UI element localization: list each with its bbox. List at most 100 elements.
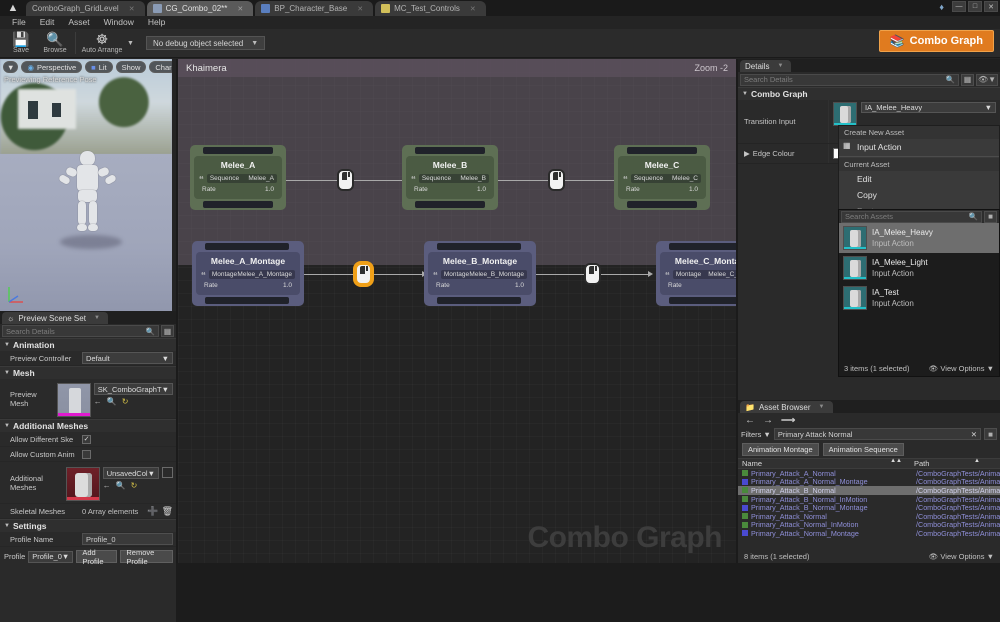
graph-node-melee-a[interactable]: Melee_A ⎂ Sequence Melee_A Rate 1.0 <box>190 145 286 210</box>
picker-settings-icon[interactable]: ■ <box>984 211 997 223</box>
table-row[interactable]: Primary_Attack_Normal_InMotion /ComboGra… <box>738 521 1000 530</box>
sync-icon[interactable]: ⟶ <box>781 415 795 426</box>
node-pin-icon[interactable]: ⎂ <box>623 175 628 182</box>
lit-button[interactable]: ■ Lit <box>85 61 112 73</box>
use-selected-asset-icon[interactable]: ← <box>94 397 102 406</box>
minimize-button[interactable]: — <box>952 1 966 12</box>
transition-input-thumbnail[interactable] <box>833 102 857 126</box>
close-icon[interactable]: ✕ <box>123 5 135 13</box>
tab-cg-combo-02[interactable]: CG_Combo_02** ✕ <box>147 1 254 16</box>
asset-picker-item-ia-test[interactable]: IA_Test Input Action <box>839 283 999 313</box>
graph-node-melee-b-montage[interactable]: Melee_B_Montage ⎂ Montage Melee_B_Montag… <box>424 241 536 306</box>
column-settings-icon[interactable]: ▦ <box>161 325 174 337</box>
reset-icon[interactable]: ↻ <box>122 397 129 406</box>
add-element-icon[interactable]: ➕ <box>147 506 158 517</box>
graph-node-melee-b[interactable]: Melee_B ⎂ Sequence Melee_B Rate 1.0 <box>402 145 498 210</box>
auto-arrange-inner[interactable]: ☸ Auto Arrange <box>79 29 125 57</box>
section-additional-meshes[interactable]: ▼ Additional Meshes <box>0 419 176 432</box>
section-settings[interactable]: ▼ Settings <box>0 519 176 532</box>
filters-button[interactable]: Filters ▼ <box>741 430 771 439</box>
maximize-button[interactable]: □ <box>968 1 982 12</box>
table-row[interactable]: Primary_Attack_A_Normal_Montage /ComboGr… <box>738 478 1000 487</box>
tab-combograph-gridlevel[interactable]: ComboGraph_GridLevel ✕ <box>26 1 145 16</box>
graph-node-melee-c[interactable]: Melee_C ⎂ Sequence Melee_C Rate 1.0 <box>614 145 710 210</box>
allow-different-skeleton-checkbox[interactable]: ✓ <box>82 435 91 444</box>
menu-item-input-action[interactable]: ▦ Input Action <box>839 139 999 155</box>
table-row[interactable]: Primary_Attack_Normal_Montage /ComboGrap… <box>738 529 1000 538</box>
asset-picker-item-ia-melee-light[interactable]: IA_Melee_Light Input Action <box>839 253 999 283</box>
chevron-down-icon[interactable]: ▼ <box>819 404 825 410</box>
node-pin-icon[interactable]: ⎂ <box>665 271 670 278</box>
section-animation[interactable]: ▼ Animation <box>0 338 176 351</box>
transition-node-mouse-1[interactable] <box>337 169 354 191</box>
column-header-path[interactable]: Path ▲ <box>910 459 1000 468</box>
section-combo-graph[interactable]: ▼ Combo Graph <box>738 87 1000 100</box>
tab-bp-character-base[interactable]: BP_Character_Base ✕ <box>255 1 373 16</box>
chip-animation-montage[interactable]: Animation Montage <box>742 443 819 456</box>
chevron-down-icon[interactable]: ▼ <box>777 63 783 69</box>
table-row[interactable]: Primary_Attack_Normal /ComboGraphTests/A… <box>738 512 1000 521</box>
table-row[interactable]: Primary_Attack_B_Normal /ComboGraphTests… <box>738 486 1000 495</box>
show-button[interactable]: Show <box>116 61 147 73</box>
graph-node-melee-c-montage[interactable]: Melee_C_Montage ⎂ Montage Melee_C_Monta … <box>656 241 736 306</box>
menu-item-copy[interactable]: Copy <box>839 187 999 203</box>
add-profile-button[interactable]: Add Profile <box>76 550 117 563</box>
combo-graph-button[interactable]: 📚 Combo Graph <box>879 30 994 52</box>
viewport-options-button[interactable]: ▼ <box>3 61 18 73</box>
chevron-down-icon[interactable]: ▼ <box>94 315 100 321</box>
transition-node-mouse-selected[interactable] <box>355 263 372 285</box>
auto-arrange-button[interactable]: ☸ Auto Arrange ▼ <box>79 29 134 57</box>
node-pin-icon[interactable]: ⎂ <box>433 271 438 278</box>
reset-icon[interactable]: ↻ <box>131 481 138 490</box>
transition-node-mouse-4[interactable] <box>584 263 601 285</box>
chevron-right-icon[interactable]: ▶ <box>744 149 750 158</box>
forward-icon[interactable]: → <box>763 415 773 426</box>
table-row[interactable]: Primary_Attack_A_Normal /ComboGraphTests… <box>738 469 1000 478</box>
table-row[interactable]: Primary_Attack_B_Normal_InMotion /ComboG… <box>738 495 1000 504</box>
allow-custom-anim-checkbox[interactable] <box>82 450 91 459</box>
node-pin-icon[interactable]: ⎂ <box>199 175 204 182</box>
close-icon[interactable]: ✕ <box>351 5 363 13</box>
section-mesh[interactable]: ▼ Mesh <box>0 366 176 379</box>
table-row[interactable]: Primary_Attack_B_Normal_Montage /ComboGr… <box>738 503 1000 512</box>
asset-picker-view-options[interactable]: 👁 View Options ▼ <box>929 364 994 373</box>
menu-asset[interactable]: Asset <box>61 16 96 29</box>
asset-picker-search-input[interactable]: Search Assets 🔍 <box>841 211 982 223</box>
asset-browser-view-options[interactable]: 👁 View Options ▼ <box>929 552 994 561</box>
asset-browser-search-input[interactable]: Primary Attack Normal ✕ <box>774 428 981 440</box>
transition-input-dropdown[interactable]: IA_Melee_Heavy ▼ <box>861 102 996 113</box>
view-options-icon[interactable]: 👁▼ <box>976 74 998 86</box>
menu-help[interactable]: Help <box>141 16 172 29</box>
column-header-name[interactable]: Name ▲▲ <box>738 459 910 468</box>
combo-graph-canvas[interactable]: Khaimera Zoom -2 Melee_A ⎂ Seque <box>178 59 736 563</box>
node-pin-icon[interactable]: ⎂ <box>201 271 206 278</box>
preview-viewport[interactable]: ▼ ◉ Perspective ■ Lit Show Character LOD <box>0 59 172 311</box>
transition-node-mouse-2[interactable] <box>548 169 565 191</box>
scene-search-input[interactable]: Search Details 🔍 <box>2 325 159 337</box>
close-icon[interactable]: ✕ <box>464 5 476 13</box>
tab-mc-test-controls[interactable]: MC_Test_Controls ✕ <box>375 1 486 16</box>
tab-asset-browser[interactable]: 📁 Asset Browser ▼ <box>740 401 833 413</box>
back-icon[interactable]: ← <box>745 415 755 426</box>
character-button[interactable]: Character <box>149 61 172 73</box>
browse-icon[interactable]: 🔍 <box>107 397 117 406</box>
menu-item-edit[interactable]: Edit <box>839 171 999 187</box>
profile-dropdown[interactable]: Profile_0 ▼ <box>28 551 73 563</box>
debug-object-dropdown[interactable]: No debug object selected ▼ <box>146 36 265 50</box>
preview-controller-dropdown[interactable]: Default ▼ <box>82 352 173 364</box>
additional-meshes-thumbnail[interactable] <box>66 467 100 501</box>
preview-mesh-thumbnail[interactable] <box>57 383 91 417</box>
browse-button[interactable]: 🔍 Browse <box>38 29 72 57</box>
expand-icon[interactable] <box>162 467 173 478</box>
node-pin-icon[interactable]: ⎂ <box>411 175 416 182</box>
remove-profile-button[interactable]: Remove Profile <box>120 550 173 563</box>
perspective-button[interactable]: ◉ Perspective <box>21 61 82 73</box>
menu-file[interactable]: File <box>5 16 33 29</box>
tab-preview-scene-settings[interactable]: ☼ Preview Scene Set ▼ <box>2 312 108 324</box>
menu-edit[interactable]: Edit <box>33 16 62 29</box>
save-search-icon[interactable]: ■ <box>984 428 997 440</box>
tab-details[interactable]: Details ▼ <box>740 60 791 72</box>
use-selected-asset-icon[interactable]: ← <box>103 481 111 490</box>
clear-icon[interactable]: ✕ <box>971 430 977 439</box>
additional-meshes-dropdown[interactable]: UnsavedCol ▼ <box>103 467 159 479</box>
